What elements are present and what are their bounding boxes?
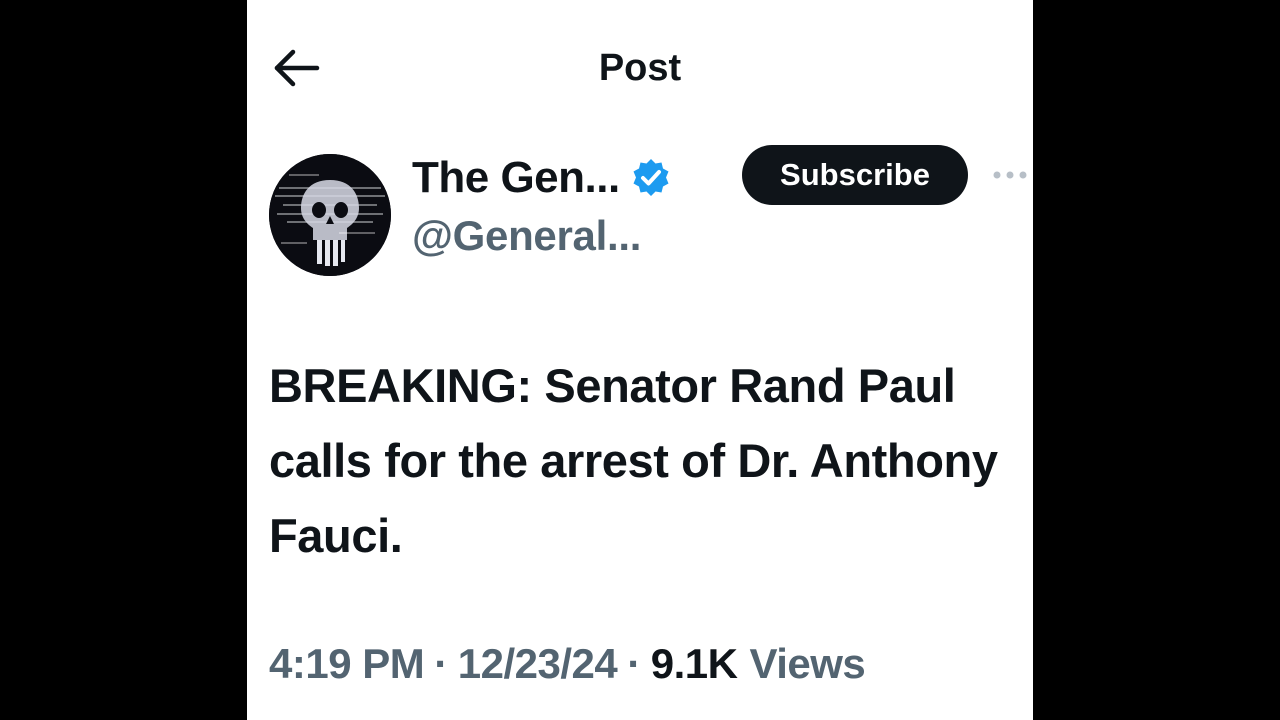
avatar[interactable] (269, 154, 391, 276)
views-label[interactable]: Views (749, 640, 865, 688)
post-date[interactable]: 12/23/24 (458, 640, 618, 688)
author-name-row[interactable]: The Gen... (412, 150, 672, 206)
display-name[interactable]: The Gen... (412, 153, 620, 203)
more-dots-icon (991, 171, 1033, 190)
post-time[interactable]: 4:19 PM (269, 640, 425, 688)
post-screen: Post The Gen... @General... Subscribe BR… (247, 0, 1033, 720)
verified-badge-icon (630, 157, 672, 199)
author-handle[interactable]: @General... (412, 212, 641, 260)
subscribe-button[interactable]: Subscribe (742, 145, 968, 205)
meta-separator: · (434, 640, 448, 687)
views-count[interactable]: 9.1K (651, 640, 738, 688)
meta-separator: · (627, 640, 641, 687)
post-body-text: BREAKING: Senator Rand Paul calls for th… (269, 359, 998, 562)
page-title: Post (598, 47, 682, 89)
post-meta: 4:19 PM · 12/23/24 · 9.1K Views (269, 640, 866, 688)
more-options-button[interactable] (991, 160, 1033, 190)
